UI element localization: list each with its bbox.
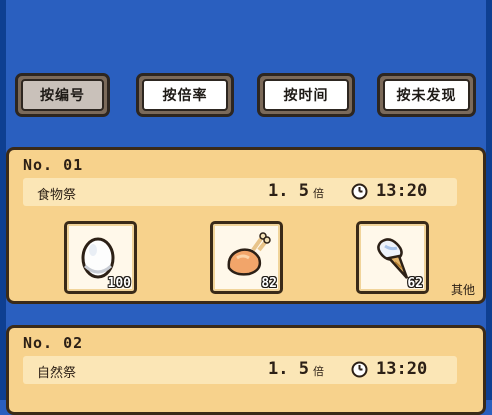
sort-by-undiscovered-button[interactable]: 按未发现 xyxy=(377,73,476,117)
entry-number: No. 02 xyxy=(23,334,84,352)
event-info-bar: 食物祭 1. 5 倍 13:20 xyxy=(23,178,457,206)
entry-number: No. 01 xyxy=(23,156,84,174)
right-border xyxy=(486,0,492,400)
clock-icon xyxy=(351,361,368,378)
event-name: 自然祭 xyxy=(37,366,77,381)
sort-by-number-label: 按编号 xyxy=(40,88,85,104)
clock-icon xyxy=(351,183,368,200)
multiplier-value: 1. 5 xyxy=(268,181,309,201)
item-count: 62 xyxy=(407,276,423,291)
multiplier-unit: 倍 xyxy=(313,187,324,200)
multiplier-value: 1. 5 xyxy=(268,359,309,379)
sort-by-number-button[interactable]: 按编号 xyxy=(15,73,110,117)
multiplier-unit: 倍 xyxy=(313,365,324,378)
other-items-link[interactable]: 其他 xyxy=(451,281,475,298)
sort-by-time-label: 按时间 xyxy=(283,88,329,104)
event-entry-02[interactable]: No. 02 自然祭 1. 5 倍 13:20 xyxy=(6,325,486,415)
sort-by-multiplier-label: 按倍率 xyxy=(162,88,208,104)
item-slot-ice-cream[interactable]: 62 xyxy=(356,221,429,294)
item-count: 82 xyxy=(261,276,277,291)
event-time: 13:20 xyxy=(376,181,428,201)
sort-by-multiplier-button[interactable]: 按倍率 xyxy=(136,73,234,117)
event-entry-01[interactable]: No. 01 食物祭 1. 5 倍 13:20 100 82 62 其他 xyxy=(6,147,486,304)
event-info-bar: 自然祭 1. 5 倍 13:20 xyxy=(23,356,457,384)
sort-by-time-button[interactable]: 按时间 xyxy=(257,73,355,117)
item-count: 100 xyxy=(107,276,131,291)
item-slot-egg[interactable]: 100 xyxy=(64,221,137,294)
event-time: 13:20 xyxy=(376,359,428,379)
event-name: 食物祭 xyxy=(37,188,77,203)
item-slot-roast-chicken[interactable]: 82 xyxy=(210,221,283,294)
sort-by-undiscovered-label: 按未发现 xyxy=(396,88,457,104)
